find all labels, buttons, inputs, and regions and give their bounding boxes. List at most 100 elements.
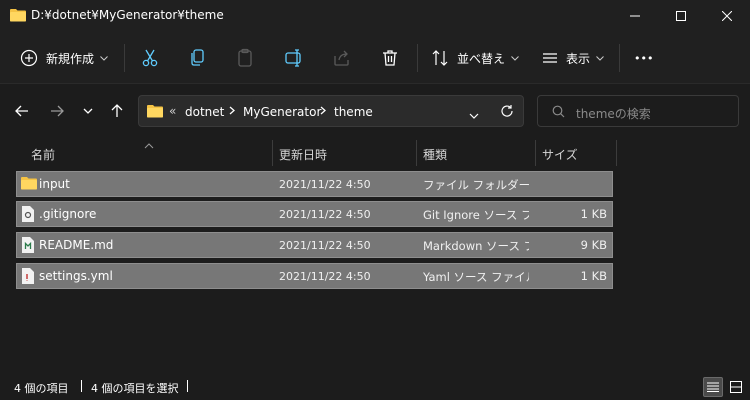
tiles-view-button[interactable] xyxy=(726,377,746,397)
share-icon xyxy=(334,50,349,66)
file-type: ファイル フォルダー xyxy=(423,178,529,192)
minimize-button[interactable] xyxy=(612,0,658,32)
sort-button[interactable]: 並べ替え xyxy=(431,45,519,71)
chevron-down-icon xyxy=(83,108,93,114)
file-date: 2021/11/22 4:50 xyxy=(279,239,371,252)
file-date: 2021/11/22 4:50 xyxy=(279,178,371,191)
close-button[interactable] xyxy=(704,0,750,32)
file-date: 2021/11/22 4:50 xyxy=(279,208,371,221)
address-history-chevron-icon[interactable] xyxy=(469,108,479,122)
file-name: .gitignore xyxy=(39,207,97,221)
delete-button[interactable] xyxy=(379,47,401,69)
maximize-button[interactable] xyxy=(658,0,704,32)
window-title: D:¥dotnet¥MyGenerator¥theme xyxy=(31,8,224,22)
file-type: Yaml ソース ファイル xyxy=(423,270,529,284)
share-button[interactable] xyxy=(331,47,353,69)
separator xyxy=(619,44,620,72)
plus-circle-icon xyxy=(20,49,38,67)
rename-icon xyxy=(285,49,301,67)
status-item-count: 4 個の項目 xyxy=(14,382,69,395)
separator xyxy=(417,44,418,72)
rename-button[interactable] xyxy=(283,47,305,69)
file-row[interactable]: .gitignore 2021/11/22 4:50 Git Ignore ソー… xyxy=(16,201,613,227)
maximize-icon xyxy=(676,11,686,21)
chevron-down-icon xyxy=(511,55,519,61)
column-header-date[interactable]: 更新日時 xyxy=(279,146,327,163)
refresh-icon[interactable] xyxy=(500,104,514,121)
breadcrumb-theme[interactable]: theme xyxy=(334,105,373,119)
view-button-label: 表示 xyxy=(566,51,591,66)
folder-icon xyxy=(10,8,26,25)
title-bar[interactable]: D:¥dotnet¥MyGenerator¥theme xyxy=(0,0,750,32)
trash-icon xyxy=(383,50,397,66)
address-bar[interactable]: « dotnet MyGenerator theme xyxy=(138,95,524,127)
new-button-label: 新規作成 xyxy=(46,51,95,66)
breadcrumb-mygenerator[interactable]: MyGenerator xyxy=(243,105,321,119)
chevron-down-icon xyxy=(596,55,604,61)
tiles-view-icon xyxy=(730,381,742,393)
file-date: 2021/11/22 4:50 xyxy=(279,270,371,283)
separator xyxy=(124,44,125,72)
command-bar: 新規作成 並べ替え 表示 ••• xyxy=(0,32,750,84)
up-button[interactable] xyxy=(105,99,129,123)
view-button[interactable]: 表示 xyxy=(541,45,604,71)
new-button[interactable]: 新規作成 xyxy=(20,45,108,71)
arrow-right-icon xyxy=(51,105,64,117)
file-size: 1 KB xyxy=(580,207,607,221)
sort-icon xyxy=(432,50,448,66)
markdown-file-icon xyxy=(22,237,34,256)
file-name: README.md xyxy=(39,238,114,252)
file-type: Git Ignore ソース ファイル xyxy=(423,208,529,222)
file-row[interactable]: README.md 2021/11/22 4:50 Markdown ソース フ… xyxy=(16,232,613,258)
copy-button[interactable] xyxy=(187,47,209,69)
more-options-button[interactable]: ••• xyxy=(634,45,653,71)
view-list-icon xyxy=(543,53,557,63)
column-header-name[interactable]: 名前 xyxy=(31,146,55,163)
status-selected-count: 4 個の項目を選択 xyxy=(91,382,179,395)
back-button[interactable] xyxy=(10,99,34,123)
git-file-icon xyxy=(22,206,34,225)
details-view-icon xyxy=(707,382,719,392)
scissors-icon xyxy=(142,49,158,67)
sort-ascending-icon xyxy=(144,138,154,152)
status-separator xyxy=(81,380,82,392)
chevron-right-icon[interactable] xyxy=(320,105,326,118)
cut-button[interactable] xyxy=(139,47,161,69)
breadcrumb-overflow[interactable]: « xyxy=(169,104,176,118)
minimize-icon xyxy=(630,15,640,17)
file-row[interactable]: settings.yml 2021/11/22 4:50 Yaml ソース ファ… xyxy=(16,263,613,289)
details-view-button[interactable] xyxy=(703,377,723,397)
file-size: 1 KB xyxy=(580,269,607,283)
copy-icon xyxy=(191,49,204,66)
column-divider[interactable] xyxy=(535,140,536,166)
yaml-file-icon xyxy=(22,268,34,287)
file-name: settings.yml xyxy=(39,269,113,283)
column-header-size[interactable]: サイズ xyxy=(542,146,578,163)
column-divider[interactable] xyxy=(272,140,273,166)
file-name: input xyxy=(39,177,70,191)
column-header-type[interactable]: 種類 xyxy=(423,146,447,163)
close-icon xyxy=(722,11,732,21)
arrow-up-icon xyxy=(111,104,123,117)
chevron-right-icon[interactable] xyxy=(229,105,235,118)
breadcrumb-dotnet[interactable]: dotnet xyxy=(185,105,224,119)
paste-button[interactable] xyxy=(234,47,256,69)
paste-icon xyxy=(238,48,252,67)
file-row[interactable]: input 2021/11/22 4:50 ファイル フォルダー xyxy=(16,171,613,197)
column-divider[interactable] xyxy=(616,140,617,166)
file-type: Markdown ソース ファイル xyxy=(423,239,529,253)
file-size: 9 KB xyxy=(580,238,607,252)
forward-button[interactable] xyxy=(45,99,69,123)
status-separator xyxy=(187,380,188,392)
more-options-label: ••• xyxy=(634,51,654,65)
search-icon xyxy=(552,105,565,121)
arrow-left-icon xyxy=(15,105,28,117)
search-placeholder: themeの検索 xyxy=(576,107,651,121)
chevron-down-icon xyxy=(100,55,108,61)
search-box[interactable]: themeの検索 xyxy=(537,95,739,127)
folder-icon xyxy=(21,176,37,193)
column-divider[interactable] xyxy=(416,140,417,166)
recent-locations-button[interactable] xyxy=(76,99,100,123)
folder-icon xyxy=(147,104,163,121)
sort-button-label: 並べ替え xyxy=(457,51,506,66)
